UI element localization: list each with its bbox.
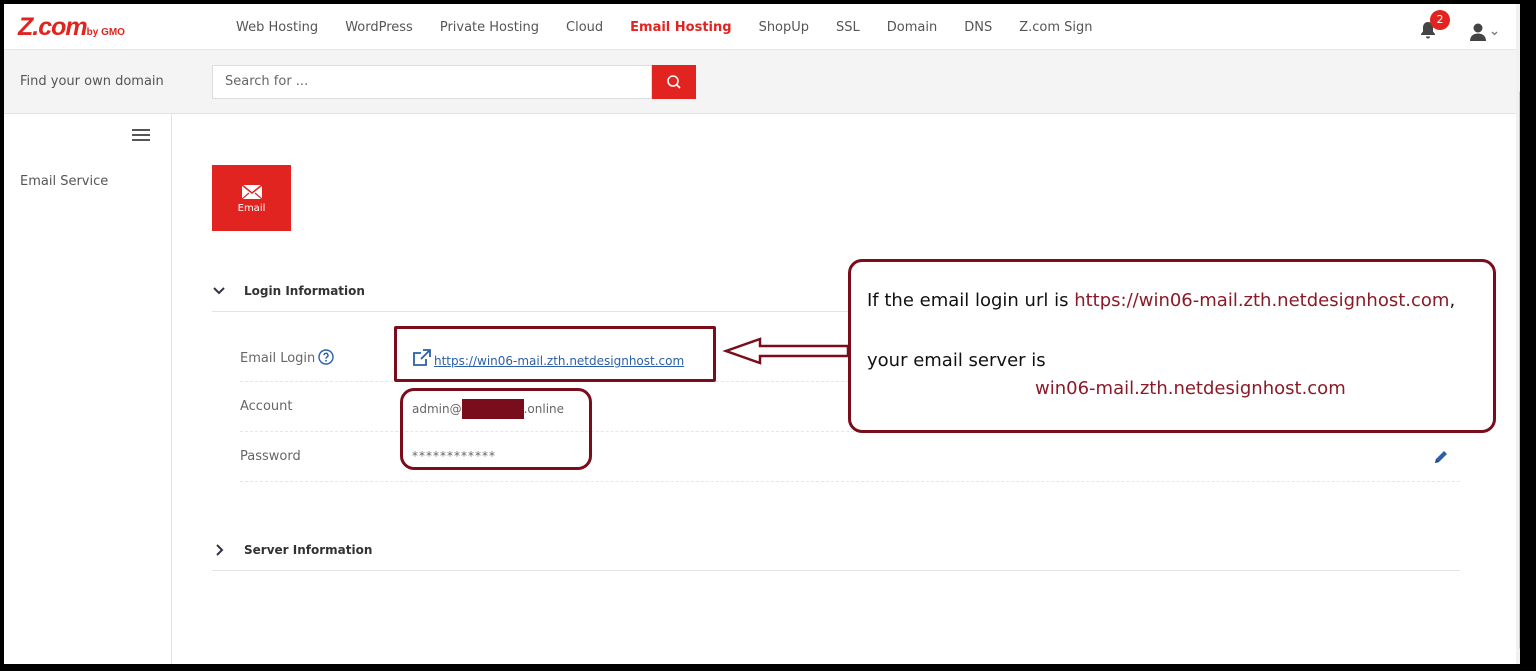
zcom-logo[interactable]: Z.comby GMO xyxy=(18,15,125,44)
top-navbar: Z.comby GMO Web Hosting WordPress Privat… xyxy=(4,4,1520,50)
callout-line-1: If the email login url is https://win06-… xyxy=(867,290,1456,311)
pencil-icon[interactable] xyxy=(1432,448,1450,466)
chevron-down-icon xyxy=(213,287,225,295)
hamburger-icon[interactable] xyxy=(132,128,150,142)
envelope-icon xyxy=(241,185,262,199)
sidebar-item-email-service[interactable]: Email Service xyxy=(20,174,108,189)
email-login-highlight-box xyxy=(394,326,716,382)
nav-wordpress[interactable]: WordPress xyxy=(345,20,413,35)
nav-dns[interactable]: DNS xyxy=(964,20,992,35)
search-input[interactable]: Search for ... xyxy=(212,65,652,99)
email-tile-label: Email xyxy=(237,203,266,214)
email-login-label: Email Login xyxy=(240,349,334,366)
instruction-callout: If the email login url is https://win06-… xyxy=(848,259,1496,433)
scrollbar-thumb[interactable] xyxy=(1519,90,1520,650)
notification-badge: 2 xyxy=(1430,10,1450,30)
nav-ssl[interactable]: SSL xyxy=(836,20,860,35)
search-button[interactable] xyxy=(652,65,696,99)
nav-email-hosting[interactable]: Email Hosting xyxy=(630,20,731,35)
nav-shopup[interactable]: ShopUp xyxy=(759,20,809,35)
scroll-up-arrow-icon[interactable] xyxy=(1519,6,1520,16)
callout-line-2: your email server is xyxy=(867,350,1046,371)
callout-server-name: win06-mail.zth.netdesignhost.com xyxy=(1035,378,1346,399)
server-info-title: Server Information xyxy=(244,543,373,557)
find-domain-label: Find your own domain xyxy=(20,74,164,89)
server-info-header[interactable]: Server Information xyxy=(212,531,1460,571)
nav-private-hosting[interactable]: Private Hosting xyxy=(440,20,539,35)
nav-domain[interactable]: Domain xyxy=(887,20,937,35)
nav-zcom-sign[interactable]: Z.com Sign xyxy=(1019,20,1092,35)
arrow-pointer xyxy=(722,337,850,365)
help-icon[interactable] xyxy=(318,349,334,365)
chevron-right-icon xyxy=(216,544,224,556)
nav-cloud[interactable]: Cloud xyxy=(566,20,603,35)
domain-search-bar: Find your own domain Search for ... xyxy=(4,50,1520,114)
app-window: Z.comby GMO Web Hosting WordPress Privat… xyxy=(4,4,1520,664)
user-icon[interactable] xyxy=(1470,22,1498,42)
password-label: Password xyxy=(240,449,301,464)
email-tile-button[interactable]: Email xyxy=(212,165,291,231)
search-icon xyxy=(667,75,681,89)
account-label: Account xyxy=(240,399,293,414)
main-nav: Web Hosting WordPress Private Hosting Cl… xyxy=(236,4,1120,50)
login-info-title: Login Information xyxy=(244,284,365,298)
account-password-highlight-box xyxy=(400,388,592,470)
left-sidebar: Email Service xyxy=(4,114,172,664)
nav-web-hosting[interactable]: Web Hosting xyxy=(236,20,318,35)
